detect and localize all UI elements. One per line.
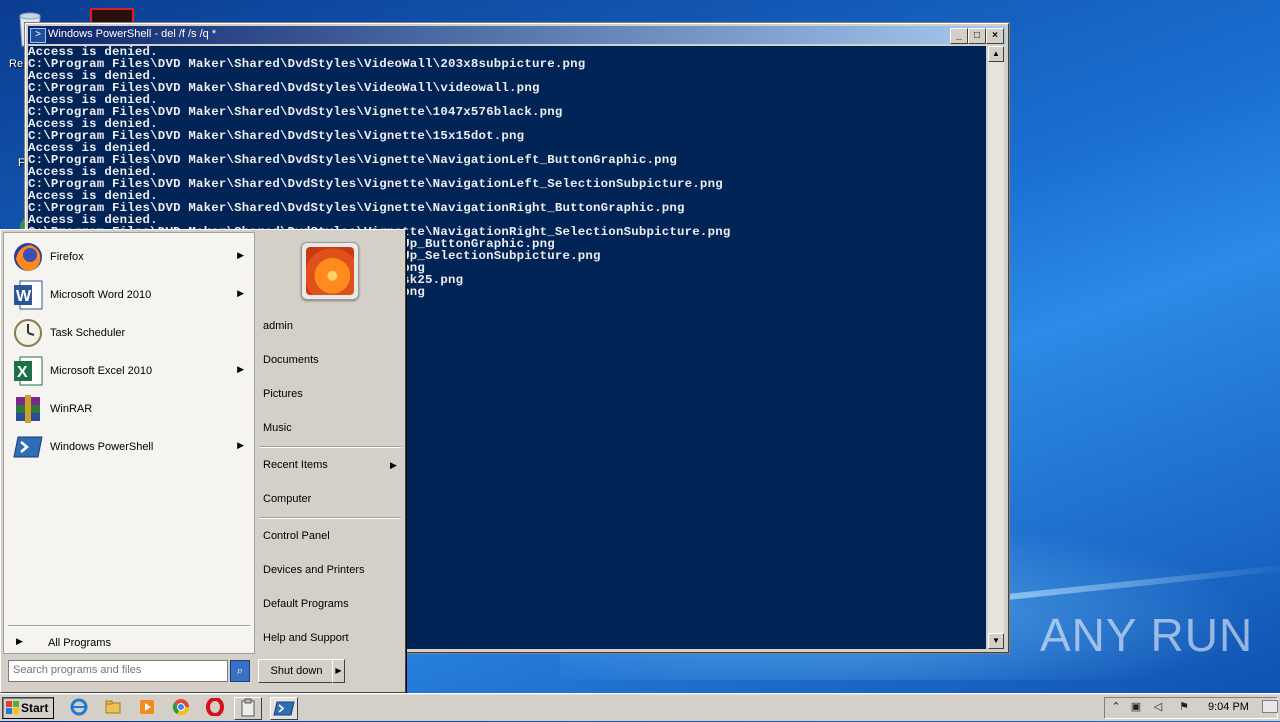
- window-title: Windows PowerShell - del /f /s /q *: [48, 28, 217, 40]
- program-task-scheduler[interactable]: Task Scheduler: [10, 315, 250, 351]
- divider: [259, 446, 401, 448]
- svg-text:X: X: [17, 364, 28, 381]
- program-label: Firefox: [50, 251, 84, 263]
- opera-icon[interactable]: [206, 698, 224, 716]
- submenu-arrow-icon: ▶: [237, 288, 244, 298]
- clock-icon: [14, 319, 42, 347]
- submenu-arrow-icon: ▶: [390, 460, 397, 470]
- start-menu: Firefox ▶ W Microsoft Word 2010 ▶ Task S…: [0, 229, 406, 693]
- shutdown-button[interactable]: Shut down: [258, 659, 335, 683]
- console-line: C:\Program Files\DVD Maker\Shared\DvdSty…: [28, 129, 525, 143]
- link-help-support[interactable]: Help and Support: [263, 632, 349, 644]
- link-documents[interactable]: Documents: [263, 354, 319, 366]
- firefox-icon: [14, 243, 42, 271]
- program-word[interactable]: W Microsoft Word 2010 ▶: [10, 277, 250, 313]
- console-line: C:\Program Files\DVD Maker\Shared\DvdSty…: [28, 153, 678, 167]
- program-powershell[interactable]: Windows PowerShell ▶: [10, 429, 250, 465]
- minimize-button[interactable]: _: [950, 28, 968, 44]
- console-line: C:\Program Files\DVD Maker\Shared\DvdSty…: [28, 105, 563, 119]
- svg-text:W: W: [16, 288, 32, 305]
- console-line: C:\Program Files\DVD Maker\Shared\DvdSty…: [28, 201, 685, 215]
- vertical-scrollbar[interactable]: ▲ ▼: [988, 46, 1004, 649]
- submenu-arrow-icon: ▶: [237, 250, 244, 260]
- title-bar[interactable]: > Windows PowerShell - del /f /s /q * _ …: [28, 26, 1006, 44]
- all-programs-button[interactable]: ▶ All Programs: [10, 633, 250, 653]
- program-firefox[interactable]: Firefox ▶: [10, 239, 250, 275]
- user-picture[interactable]: [301, 242, 359, 300]
- link-control-panel[interactable]: Control Panel: [263, 530, 330, 542]
- program-label: Task Scheduler: [50, 327, 126, 339]
- scroll-up-button[interactable]: ▲: [988, 46, 1004, 62]
- shutdown-options-button[interactable]: ▶: [332, 659, 345, 683]
- link-devices-printers[interactable]: Devices and Printers: [263, 564, 365, 576]
- search-input[interactable]: [9, 661, 227, 679]
- desktop-label-2: F: [18, 157, 25, 169]
- powershell-icon: [273, 701, 295, 716]
- media-player-icon[interactable]: [138, 698, 156, 716]
- scroll-down-button[interactable]: ▼: [988, 633, 1004, 649]
- program-winrar[interactable]: WinRAR: [10, 391, 250, 427]
- link-pictures[interactable]: Pictures: [263, 388, 303, 400]
- winrar-icon: [16, 395, 40, 423]
- start-label: Start: [21, 701, 49, 715]
- maximize-button[interactable]: □: [968, 28, 986, 44]
- divider: [8, 625, 250, 627]
- arrow-right-icon: ▶: [16, 636, 23, 646]
- excel-icon: X: [14, 356, 43, 386]
- console-line: C:\Program Files\DVD Maker\Shared\DvdSty…: [28, 81, 540, 95]
- link-computer[interactable]: Computer: [263, 493, 311, 505]
- program-excel[interactable]: X Microsoft Excel 2010 ▶: [10, 353, 250, 389]
- program-label: Windows PowerShell: [50, 441, 154, 453]
- taskbar: Start ⌃ ▣ ◁ ⚑ 9:04 PM: [0, 693, 1280, 721]
- search-icon: ⌕: [236, 665, 244, 677]
- all-programs-label: All Programs: [48, 637, 111, 649]
- link-default-programs[interactable]: Default Programs: [263, 598, 349, 610]
- flag-icon[interactable]: ⚑: [1177, 701, 1191, 713]
- desktop-label-recycle: Re: [9, 58, 24, 70]
- submenu-arrow-icon: ▶: [237, 440, 244, 450]
- internet-explorer-icon[interactable]: [70, 698, 88, 716]
- program-label: Microsoft Excel 2010: [50, 365, 153, 377]
- clock[interactable]: 9:04 PM: [1208, 701, 1249, 713]
- link-music[interactable]: Music: [263, 422, 292, 434]
- taskbar-task-scheduler-button[interactable]: [234, 697, 262, 720]
- console-line: C:\Program Files\DVD Maker\Shared\DvdSty…: [28, 57, 586, 71]
- link-user[interactable]: admin: [263, 320, 293, 332]
- word-icon: W: [14, 280, 43, 310]
- console-line: C:\Program Files\DVD Maker\Shared\DvdSty…: [28, 177, 723, 191]
- submenu-arrow-icon: ▶: [237, 364, 244, 374]
- clipboard-icon: [241, 698, 255, 717]
- powershell-icon: >: [30, 28, 46, 43]
- programs-pane: Firefox ▶ W Microsoft Word 2010 ▶ Task S…: [3, 232, 255, 654]
- volume-icon[interactable]: ◁: [1151, 701, 1165, 713]
- divider: [259, 517, 401, 519]
- taskbar-powershell-button[interactable]: [270, 697, 298, 720]
- show-hidden-icons-icon[interactable]: ⌃: [1109, 701, 1123, 713]
- folder-icon[interactable]: [104, 698, 122, 716]
- system-tray: ⌃ ▣ ◁ ⚑: [1104, 697, 1278, 719]
- program-label: WinRAR: [50, 403, 93, 415]
- anyrun-watermark: ANY RUN: [1040, 609, 1254, 661]
- show-desktop-button[interactable]: [1262, 700, 1278, 713]
- search-field[interactable]: [8, 660, 228, 682]
- program-label: Microsoft Word 2010: [50, 289, 152, 301]
- windows-flag-icon: [6, 701, 19, 714]
- start-button[interactable]: Start: [2, 697, 54, 719]
- powershell-icon: [13, 436, 43, 458]
- close-button[interactable]: ×: [986, 28, 1004, 44]
- link-recent-items[interactable]: Recent Items: [263, 459, 328, 471]
- chrome-icon[interactable]: [172, 698, 190, 716]
- flower-avatar-icon: [306, 247, 354, 295]
- network-icon[interactable]: ▣: [1129, 701, 1143, 713]
- search-button[interactable]: ⌕: [230, 660, 250, 682]
